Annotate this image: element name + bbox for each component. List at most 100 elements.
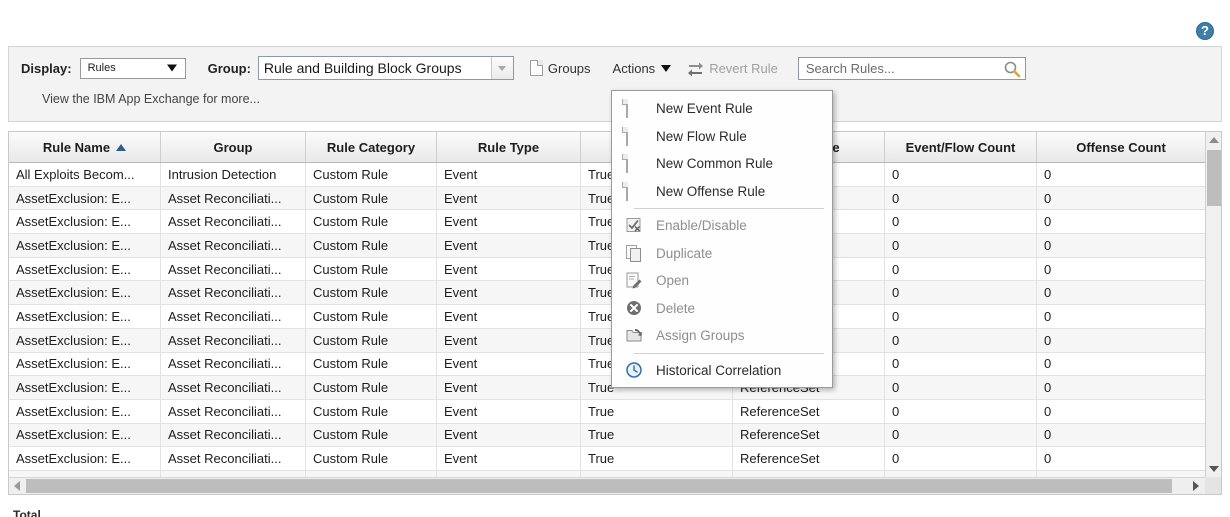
- menu-item-new-offense-rule[interactable]: New Offense Rule: [612, 178, 832, 206]
- chevron-down-icon: [167, 65, 177, 72]
- scroll-down-arrow-icon[interactable]: [1206, 461, 1221, 477]
- group-combobox[interactable]: Rule and Building Block Groups: [258, 56, 514, 80]
- menu-item-label: New Flow Rule: [656, 129, 747, 144]
- table-cell: ReferenceSet: [733, 447, 885, 470]
- table-cell: True: [581, 424, 733, 447]
- table-header-event-flow-count[interactable]: Event/Flow Count: [885, 132, 1037, 162]
- table-cell-text: Event: [444, 262, 580, 277]
- groups-button[interactable]: Groups: [530, 60, 591, 76]
- table-cell-text: Asset Reconciliati...: [168, 451, 305, 466]
- table-cell: AssetExclusion: E...: [9, 258, 161, 281]
- table-cell: 0: [885, 376, 1037, 399]
- table-cell-text: AssetExclusion: E...: [16, 427, 160, 442]
- table-row[interactable]: AssetExclusion: E...Asset Reconciliati..…: [9, 424, 1221, 448]
- table-cell-text: 0: [1044, 191, 1205, 206]
- menu-item-new-event-rule[interactable]: New Event Rule: [612, 95, 832, 123]
- table-cell-text: Event: [444, 191, 580, 206]
- table-row[interactable]: AssetExclusion: E...Asset Reconciliati..…: [9, 400, 1221, 424]
- search-rules-box[interactable]: [798, 57, 1026, 80]
- horizontal-scrollbar[interactable]: [9, 477, 1221, 494]
- table-cell: Event: [437, 353, 581, 376]
- table-cell-text: Asset Reconciliati...: [168, 380, 305, 395]
- table-cell-text: Custom Rule: [313, 285, 436, 300]
- vertical-scrollbar-thumb[interactable]: [1207, 150, 1221, 206]
- table-cell-text: 0: [1044, 285, 1205, 300]
- menu-item-new-common-rule[interactable]: New Common Rule: [612, 150, 832, 178]
- table-header-rule-category[interactable]: Rule Category: [306, 132, 437, 162]
- table-cell-text: Event: [444, 333, 580, 348]
- table-cell-text: Asset Reconciliati...: [168, 356, 305, 371]
- footer-total-label: Total: [13, 508, 41, 517]
- horizontal-scrollbar-thumb[interactable]: [26, 479, 1172, 493]
- menu-item-delete: Delete: [612, 295, 832, 323]
- scroll-left-arrow-icon[interactable]: [9, 478, 25, 494]
- table-cell: 0: [1037, 163, 1206, 186]
- table-cell: AssetExclusion: E...: [9, 305, 161, 328]
- table-cell: Custom Rule: [306, 376, 437, 399]
- scrollbar-corner: [1205, 477, 1221, 494]
- table-cell-text: Asset Reconciliati...: [168, 404, 305, 419]
- table-cell-text: Event: [444, 238, 580, 253]
- table-cell-text: Asset Reconciliati...: [168, 214, 305, 229]
- table-cell: Custom Rule: [306, 329, 437, 352]
- table-cell: Asset Reconciliati...: [161, 258, 306, 281]
- menu-item-enable-disable: Enable/Disable: [612, 212, 832, 240]
- group-combobox-dropdown-button[interactable]: [491, 57, 513, 79]
- table-cell: 0: [1037, 187, 1206, 210]
- table-cell: Asset Reconciliati...: [161, 447, 306, 470]
- toolbar-primary-row: Display: Rules Group: Rule and Building …: [9, 55, 1221, 81]
- menu-item-label: New Offense Rule: [656, 184, 765, 199]
- table-header-group[interactable]: Group: [161, 132, 306, 162]
- menu-item-historical-correlation[interactable]: Historical Correlation: [612, 357, 832, 385]
- table-header-offense-count[interactable]: Offense Count: [1037, 132, 1206, 162]
- table-cell: Asset Reconciliati...: [161, 424, 306, 447]
- table-header-label: Rule Type: [478, 140, 539, 155]
- table-cell: 0: [885, 305, 1037, 328]
- table-cell-text: Custom Rule: [313, 404, 436, 419]
- table-cell: AssetExclusion: E...: [9, 424, 161, 447]
- menu-separator: [634, 208, 824, 209]
- table-cell-text: 0: [892, 356, 1036, 371]
- table-cell: 0: [885, 447, 1037, 470]
- table-cell: 0: [885, 210, 1037, 233]
- vertical-scrollbar[interactable]: [1205, 132, 1221, 494]
- table-cell-text: 0: [892, 404, 1036, 419]
- table-cell: Custom Rule: [306, 305, 437, 328]
- table-cell-text: 0: [892, 191, 1036, 206]
- menu-item-assign-groups: Assign Groups: [612, 322, 832, 350]
- copy-pages-icon: [626, 245, 642, 262]
- table-cell-text: 0: [892, 285, 1036, 300]
- table-cell: 0: [885, 234, 1037, 257]
- table-cell: 0: [1037, 234, 1206, 257]
- table-header-label: Rule Name: [43, 140, 110, 155]
- table-cell: 0: [885, 163, 1037, 186]
- revert-rule-button[interactable]: Revert Rule: [687, 61, 778, 76]
- scroll-up-arrow-icon[interactable]: [1206, 132, 1221, 148]
- magnifier-icon[interactable]: [1003, 60, 1021, 78]
- display-select-value: Rules: [81, 62, 116, 74]
- scroll-right-arrow-icon[interactable]: [1188, 478, 1204, 494]
- app-exchange-link[interactable]: View the IBM App Exchange for more...: [42, 92, 260, 106]
- table-cell-text: AssetExclusion: E...: [16, 309, 160, 324]
- table-cell: AssetExclusion: E...: [9, 353, 161, 376]
- actions-button[interactable]: Actions: [613, 61, 672, 76]
- help-circle-icon[interactable]: ?: [1196, 22, 1214, 40]
- sort-ascending-icon: [116, 144, 126, 151]
- table-cell: Asset Reconciliati...: [161, 329, 306, 352]
- table-header-rule-name[interactable]: Rule Name: [9, 132, 161, 162]
- table-cell: Event: [437, 281, 581, 304]
- table-cell: Custom Rule: [306, 163, 437, 186]
- table-cell: Asset Reconciliati...: [161, 305, 306, 328]
- display-select[interactable]: Rules: [80, 58, 186, 79]
- page-icon: [530, 60, 543, 76]
- table-cell: Custom Rule: [306, 234, 437, 257]
- search-input[interactable]: [804, 59, 999, 78]
- table-row[interactable]: AssetExclusion: E...Asset Reconciliati..…: [9, 447, 1221, 471]
- menu-item-new-flow-rule[interactable]: New Flow Rule: [612, 123, 832, 151]
- table-header-rule-type[interactable]: Rule Type: [437, 132, 581, 162]
- table-cell-text: Event: [444, 404, 580, 419]
- table-cell-text: Event: [444, 451, 580, 466]
- delete-circle-x-icon: [626, 300, 642, 317]
- table-cell-text: Asset Reconciliati...: [168, 309, 305, 324]
- page-icon: [626, 100, 642, 117]
